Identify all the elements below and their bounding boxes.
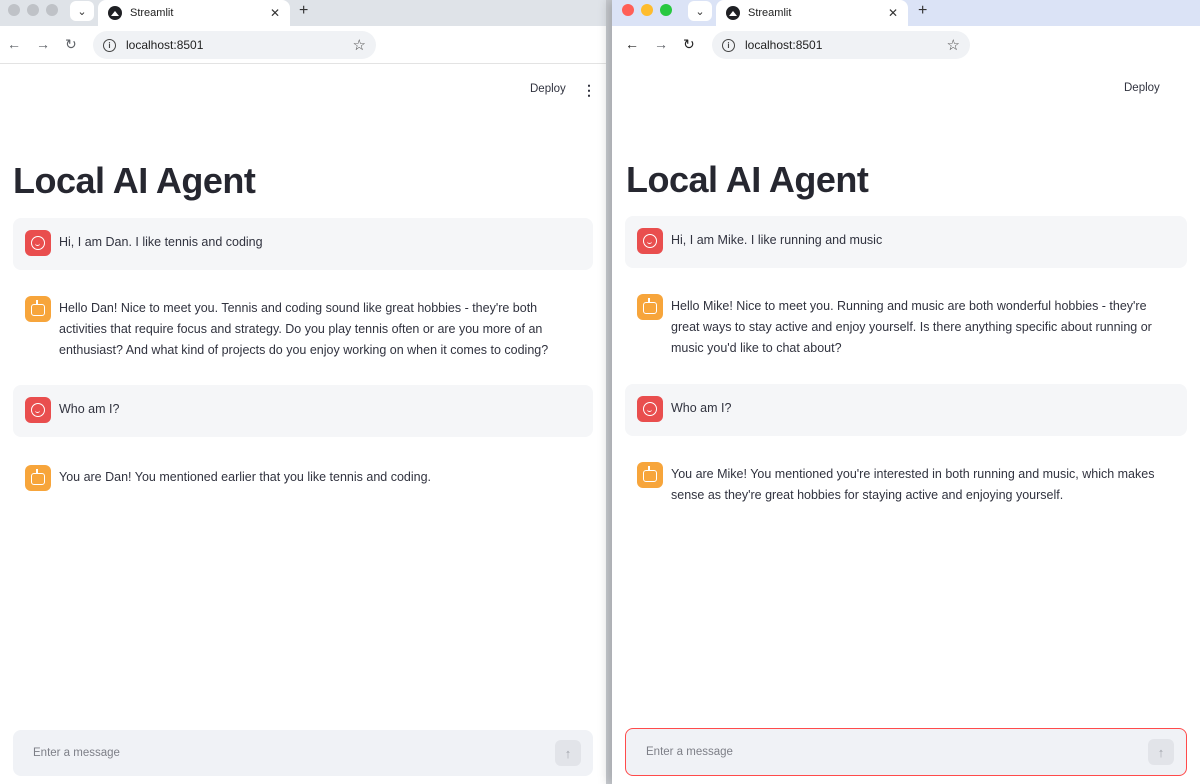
plus-icon[interactable]: + bbox=[299, 2, 308, 20]
url-text: localhost:8501 bbox=[126, 38, 204, 52]
message-text: You are Dan! You mentioned earlier that … bbox=[59, 470, 432, 484]
message-text: Hi, I am Dan. I like tennis and coding bbox=[59, 235, 263, 249]
streamlit-app: Deploy Local AI Agent Hi, I am Mike. I l… bbox=[612, 63, 1200, 784]
browser-window-left: ⌄ Streamlit ✕ + ← → ↻ i localhost:8501 ☆… bbox=[0, 0, 606, 784]
face-icon bbox=[643, 402, 657, 416]
user-avatar bbox=[637, 228, 663, 254]
message-input[interactable] bbox=[33, 747, 555, 759]
robot-icon bbox=[31, 469, 45, 485]
chat-message-user: Who am I? bbox=[13, 385, 593, 437]
message-text: Who am I? bbox=[671, 401, 732, 415]
star-icon[interactable]: ☆ bbox=[947, 36, 960, 54]
face-icon bbox=[643, 234, 657, 248]
arrow-right-icon[interactable]: → bbox=[654, 36, 668, 52]
message-text: Hello Dan! Nice to meet you. Tennis and … bbox=[59, 301, 549, 357]
chat-message-user: Who am I? bbox=[625, 384, 1187, 436]
message-text: You are Mike! You mentioned you're inter… bbox=[671, 467, 1155, 502]
window-controls bbox=[622, 4, 672, 16]
chat-input[interactable]: ↑ bbox=[13, 730, 593, 776]
page-title: Local AI Agent bbox=[13, 160, 256, 201]
browser-window-right: ⌄ Streamlit ✕ + ← → ↻ i localhost:8501 ☆… bbox=[612, 0, 1200, 784]
browser-toolbar: ← → ↻ i localhost:8501 ☆ bbox=[0, 26, 606, 64]
page-title: Local AI Agent bbox=[626, 159, 869, 200]
reload-icon[interactable]: ↻ bbox=[683, 36, 695, 53]
address-bar[interactable]: i localhost:8501 ☆ bbox=[712, 31, 970, 59]
chat-message-assistant: Hello Mike! Nice to meet you. Running an… bbox=[625, 282, 1187, 358]
robot-icon bbox=[31, 300, 45, 316]
info-icon[interactable]: i bbox=[722, 38, 735, 52]
streamlit-app: Deploy ⋮ Local AI Agent Hi, I am Dan. I … bbox=[0, 64, 606, 784]
tab-streamlit[interactable]: Streamlit ✕ bbox=[98, 0, 290, 26]
face-icon bbox=[31, 403, 45, 417]
kebab-icon[interactable]: ⋮ bbox=[582, 82, 596, 99]
tab-strip: ⌄ Streamlit ✕ + bbox=[0, 0, 606, 26]
chat-input[interactable]: ↑ bbox=[625, 728, 1187, 776]
close-icon[interactable]: ✕ bbox=[270, 6, 280, 20]
star-icon[interactable]: ☆ bbox=[353, 36, 366, 54]
minimize-window-button[interactable] bbox=[27, 4, 39, 16]
arrow-right-icon[interactable]: → bbox=[36, 36, 50, 52]
close-window-button[interactable] bbox=[622, 4, 634, 16]
assistant-avatar bbox=[637, 462, 663, 488]
message-text: Who am I? bbox=[59, 402, 120, 416]
deploy-button[interactable]: Deploy bbox=[530, 83, 566, 95]
window-controls bbox=[8, 4, 58, 16]
tab-title: Streamlit bbox=[748, 7, 792, 19]
chat-message-assistant: You are Mike! You mentioned you're inter… bbox=[625, 450, 1187, 510]
close-icon[interactable]: ✕ bbox=[888, 6, 898, 20]
assistant-avatar bbox=[637, 294, 663, 320]
user-avatar bbox=[25, 397, 51, 423]
desktop: ⌄ Streamlit ✕ + ← → ↻ i localhost:8501 ☆… bbox=[0, 0, 1200, 784]
tab-strip: ⌄ Streamlit ✕ + bbox=[612, 0, 1200, 26]
maximize-window-button[interactable] bbox=[46, 4, 58, 16]
streamlit-crown-icon bbox=[726, 6, 740, 20]
deploy-button[interactable]: Deploy bbox=[1124, 82, 1160, 94]
message-input[interactable] bbox=[646, 746, 1148, 758]
tab-streamlit[interactable]: Streamlit ✕ bbox=[716, 0, 908, 26]
browser-toolbar: ← → ↻ i localhost:8501 ☆ bbox=[612, 26, 1200, 64]
face-icon bbox=[31, 236, 45, 250]
message-text: Hello Mike! Nice to meet you. Running an… bbox=[671, 299, 1152, 355]
robot-icon bbox=[643, 298, 657, 314]
address-bar[interactable]: i localhost:8501 ☆ bbox=[93, 31, 376, 59]
user-avatar bbox=[637, 396, 663, 422]
arrow-up-icon[interactable]: ↑ bbox=[1148, 739, 1174, 765]
chevron-down-icon[interactable]: ⌄ bbox=[688, 1, 712, 21]
arrow-left-icon[interactable]: ← bbox=[7, 36, 21, 52]
close-window-button[interactable] bbox=[8, 4, 20, 16]
assistant-avatar bbox=[25, 296, 51, 322]
tab-title: Streamlit bbox=[130, 7, 174, 19]
chevron-down-icon[interactable]: ⌄ bbox=[70, 1, 94, 21]
minimize-window-button[interactable] bbox=[641, 4, 653, 16]
info-icon[interactable]: i bbox=[103, 38, 116, 52]
plus-icon[interactable]: + bbox=[918, 2, 927, 20]
user-avatar bbox=[25, 230, 51, 256]
reload-icon[interactable]: ↻ bbox=[65, 36, 77, 53]
chat-message-assistant: Hello Dan! Nice to meet you. Tennis and … bbox=[13, 284, 593, 360]
chat-message-assistant: You are Dan! You mentioned earlier that … bbox=[13, 453, 593, 503]
robot-icon bbox=[643, 466, 657, 482]
assistant-avatar bbox=[25, 465, 51, 491]
arrow-left-icon[interactable]: ← bbox=[625, 36, 639, 52]
chat-message-user: Hi, I am Dan. I like tennis and coding bbox=[13, 218, 593, 270]
url-text: localhost:8501 bbox=[745, 38, 823, 52]
chat-message-user: Hi, I am Mike. I like running and music bbox=[625, 216, 1187, 268]
streamlit-crown-icon bbox=[108, 6, 122, 20]
message-text: Hi, I am Mike. I like running and music bbox=[671, 233, 883, 247]
arrow-up-icon[interactable]: ↑ bbox=[555, 740, 581, 766]
maximize-window-button[interactable] bbox=[660, 4, 672, 16]
